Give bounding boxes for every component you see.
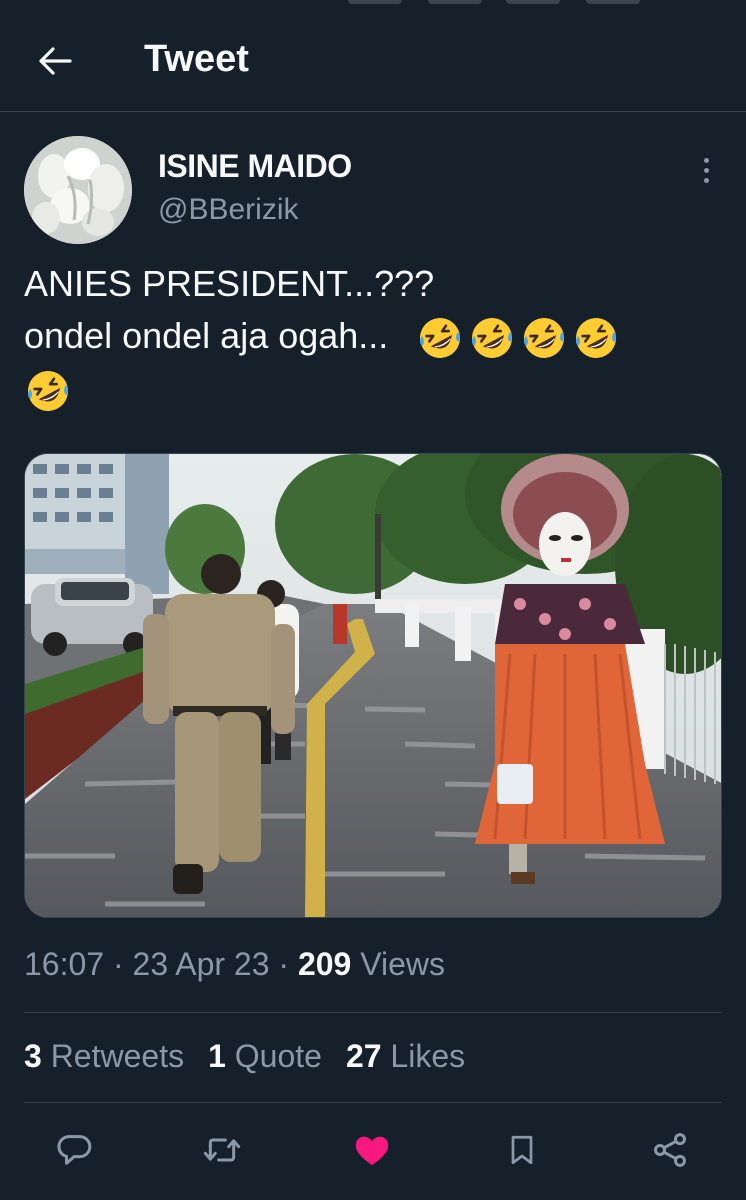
page-title: Tweet xyxy=(144,38,249,80)
author-handle[interactable]: @BBerizik xyxy=(158,193,298,227)
rolling-on-floor-laughing-emoji xyxy=(420,318,461,359)
share-icon[interactable] xyxy=(648,1128,692,1172)
tweet-text: ANIES PRESIDENT...??? ondel ondel aja og… xyxy=(24,258,714,415)
rolling-on-floor-laughing-emoji xyxy=(472,318,513,359)
action-bar xyxy=(0,1120,746,1180)
likes-stat[interactable]: 27 Likes xyxy=(346,1038,465,1075)
tweet-line-2-text: ondel ondel aja ogah... xyxy=(24,315,389,356)
tweet-date: 23 Apr 23 xyxy=(132,946,270,982)
arrow-left-icon[interactable] xyxy=(30,36,80,86)
likes-count: 27 xyxy=(345,1038,382,1074)
more-options-icon[interactable] xyxy=(690,150,722,190)
retweets-count: 3 xyxy=(24,1038,42,1074)
retweet-icon[interactable] xyxy=(200,1128,244,1172)
retweets-stat[interactable]: 3 Retweets xyxy=(24,1038,184,1075)
divider xyxy=(24,1012,722,1013)
tweet-line-2: ondel ondel aja ogah... xyxy=(24,310,714,362)
rolling-on-floor-laughing-emoji xyxy=(27,370,68,411)
rolling-on-floor-laughing-emoji xyxy=(524,318,565,359)
top-app-bar: Tweet xyxy=(0,0,746,112)
separator: · xyxy=(104,946,133,982)
author-name[interactable]: ISINE MAIDO xyxy=(158,148,352,185)
views-label: Views xyxy=(351,946,446,982)
tweet-time: 16:07 xyxy=(24,946,105,982)
quotes-stat[interactable]: 1 Quote xyxy=(208,1038,322,1075)
views-count: 209 xyxy=(297,946,352,982)
quotes-count: 1 xyxy=(208,1038,226,1074)
likes-label: Likes xyxy=(381,1038,466,1074)
quotes-label: Quote xyxy=(225,1038,322,1074)
engagement-stats: 3 Retweets 1 Quote 27 Likes xyxy=(24,1038,465,1075)
heart-icon[interactable] xyxy=(350,1128,394,1172)
divider xyxy=(24,1102,722,1103)
avatar[interactable] xyxy=(24,136,132,244)
reply-icon[interactable] xyxy=(52,1128,96,1172)
emoji-group xyxy=(24,362,714,414)
retweets-label: Retweets xyxy=(41,1038,185,1074)
tweet-photo[interactable] xyxy=(24,453,722,918)
rolling-on-floor-laughing-emoji xyxy=(576,318,617,359)
tweet-meta: 16:07 · 23 Apr 23 · 209 Views xyxy=(24,946,445,983)
emoji-group xyxy=(416,314,620,362)
bookmark-icon[interactable] xyxy=(500,1128,544,1172)
tweet-line-1: ANIES PRESIDENT...??? xyxy=(24,263,435,304)
separator: · xyxy=(269,946,298,982)
